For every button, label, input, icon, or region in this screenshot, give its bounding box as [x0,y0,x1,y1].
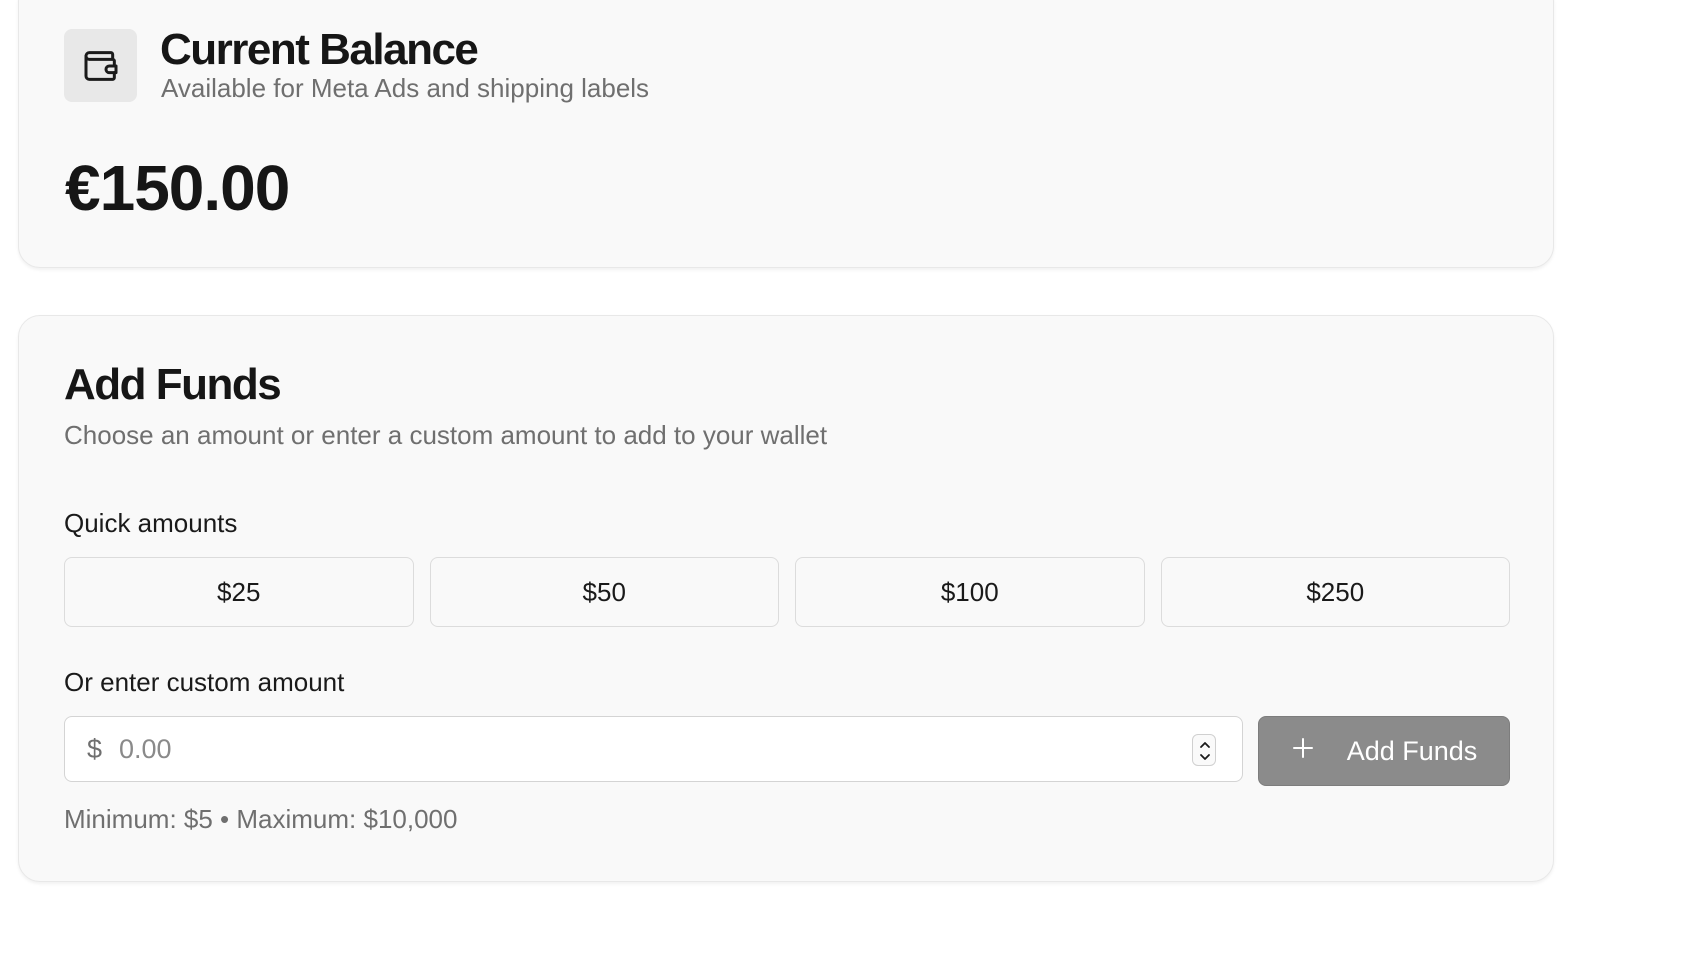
balance-card: Current Balance Available for Meta Ads a… [18,0,1554,268]
quick-amount-100-button[interactable]: $100 [795,557,1145,627]
quick-amount-25-button[interactable]: $25 [64,557,414,627]
add-funds-title: Add Funds [64,360,282,409]
currency-symbol: $ [87,734,103,764]
add-funds-subtitle: Choose an amount or enter a custom amoun… [64,420,828,450]
add-funds-button-label: Add Funds [1346,735,1478,766]
balance-title: Current Balance [160,25,479,74]
quick-amounts-group: $25 $50 $100 $250 [64,557,1510,627]
add-funds-card: Add Funds Choose an amount or enter a cu… [18,315,1554,882]
amount-limits-text: Minimum: $5 • Maximum: $10,000 [64,804,458,834]
custom-amount-label: Or enter custom amount [64,667,345,697]
custom-amount-input[interactable] [117,727,1167,771]
balance-subtitle: Available for Meta Ads and shipping labe… [161,73,650,103]
add-funds-button[interactable]: Add Funds [1258,716,1510,786]
wallet-icon [64,29,137,102]
quick-amounts-label: Quick amounts [64,508,238,538]
custom-amount-field[interactable]: $ [64,716,1243,782]
plus-icon [1291,736,1315,767]
balance-amount: €150.00 [65,152,290,224]
number-stepper-icon[interactable] [1192,734,1216,766]
quick-amount-250-button[interactable]: $250 [1160,557,1510,627]
quick-amount-50-button[interactable]: $50 [429,557,779,627]
